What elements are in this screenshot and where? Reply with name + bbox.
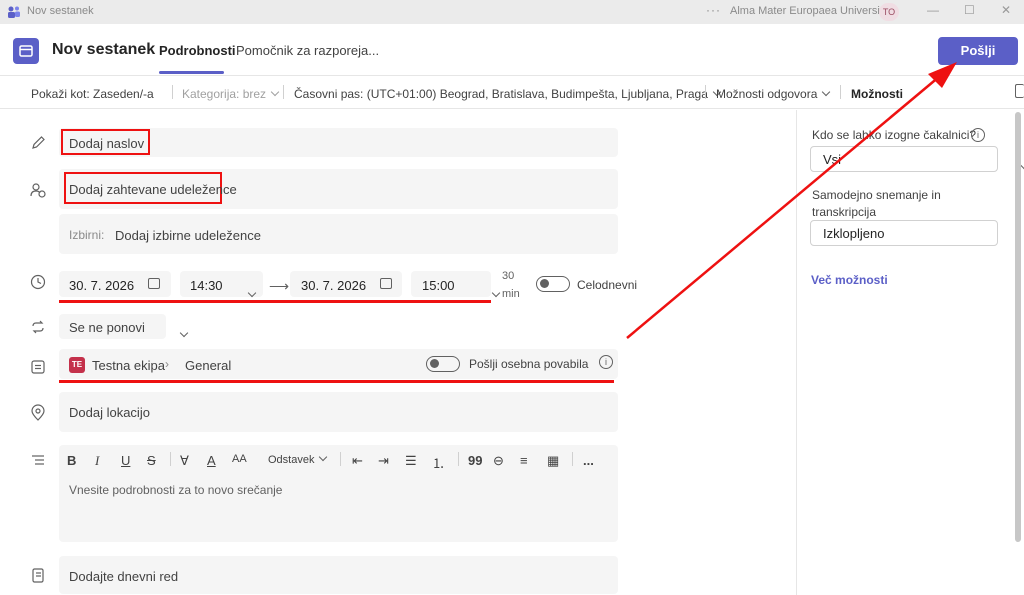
annotation-arrow <box>626 62 957 339</box>
